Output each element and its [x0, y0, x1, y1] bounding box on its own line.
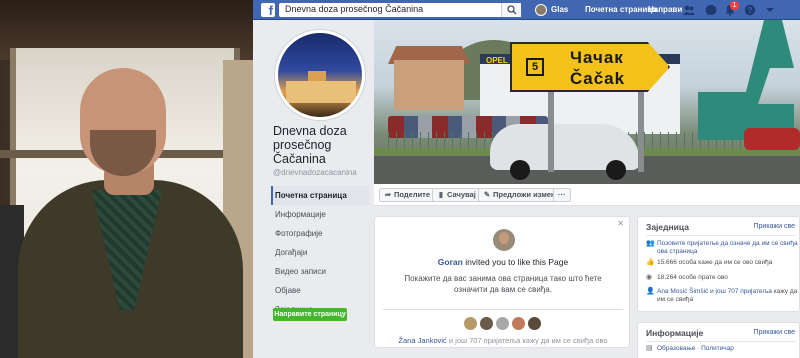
notifications-badge: 1 — [730, 1, 739, 10]
friend-avatar[interactable] — [511, 316, 526, 331]
community-likes-row: 👍 15.666 особа каже да им се ово свиђа — [646, 259, 798, 267]
account-menu-icon[interactable] — [764, 4, 776, 16]
invite-description: Покажите да вас занима ова страница тако… — [404, 274, 602, 294]
information-divider — [646, 341, 796, 342]
share-button[interactable]: ➦ Поделите — [379, 188, 436, 202]
save-button[interactable]: ▮ Сачувај — [432, 188, 481, 202]
thumbs-up-icon: 👍 — [646, 259, 655, 266]
friend-avatar[interactable] — [463, 316, 478, 331]
likes-count: 15.666 особа каже да им се ово свиђа — [657, 259, 773, 266]
friends-like-text: и још 707 пријатеља кажу да им се свиђа … — [448, 336, 608, 345]
community-invite-row: 👥 Позовите пријатеље да означе да им се … — [646, 240, 798, 256]
save-label: Сачувај — [447, 190, 476, 199]
facebook-page: f Dnevna doza prosečnog Čačanina Glas По… — [253, 0, 800, 358]
community-title: Заједница — [646, 222, 689, 232]
invite-friends-link[interactable]: Позовите пријатеље да означе да им се св… — [657, 240, 798, 256]
follows-count: 18.264 особе прате ово — [657, 274, 728, 281]
suggest-edits-label: Предложи измене — [493, 190, 560, 199]
community-follows-row: ◉ 18.264 особе прате ово — [646, 274, 798, 282]
friend-avatar[interactable] — [495, 316, 510, 331]
svg-text:?: ? — [748, 6, 753, 15]
close-icon[interactable]: ✕ — [617, 219, 624, 228]
more-options-button[interactable]: ··· — [553, 188, 571, 202]
create-link[interactable]: Направи — [648, 5, 682, 14]
community-divider — [646, 235, 796, 236]
community-box: Заједница Прикажи све 👥 Позовите пријате… — [637, 216, 800, 312]
cover-car-wheel-rear — [606, 160, 626, 180]
community-friends-row: 👤 Ana Mosić Šimšić и још 707 пријатеља к… — [646, 288, 798, 304]
invite-card: ✕ Goran invited you to like this Page По… — [374, 216, 630, 348]
cover-car-wheel-front — [510, 160, 530, 180]
information-category-row: ▤ Образовање · Политичар — [646, 345, 798, 353]
user-avatar[interactable] — [535, 4, 547, 16]
friends-icon: 👤 — [646, 288, 655, 295]
invite-friends-icon: 👥 — [646, 240, 655, 247]
friend-name-link[interactable]: Žana Janković — [398, 336, 446, 345]
friend-avatars — [463, 316, 543, 332]
create-page-button[interactable]: Направите страницу — [273, 308, 347, 321]
cover-red-car — [744, 128, 800, 150]
information-see-all-link[interactable]: Прикажи све — [753, 329, 795, 336]
search-bar[interactable]: Dnevna doza prosečnog Čačanina — [279, 3, 521, 17]
nav-item-posts[interactable]: Објаве — [271, 281, 369, 300]
profile-link[interactable]: Glas — [551, 5, 568, 14]
cover-photo[interactable]: OPEL 5 Чачак Čačak — [374, 20, 800, 184]
invite-text: invited you to like this Page — [465, 257, 569, 267]
cover-house — [394, 60, 464, 110]
share-icon: ➦ — [384, 190, 392, 199]
cover-dealer-logo: OPEL — [486, 56, 508, 65]
profile-picture-buildings — [286, 81, 356, 103]
cover-road-sign-number: 5 — [526, 58, 544, 76]
page-action-bar: ➦ Поделите ▮ Сачувај ✎ Предложи измене ··· — [374, 184, 800, 206]
page-nav: Почетна страница Информације Фотографије… — [271, 186, 369, 319]
search-input[interactable]: Dnevna doza prosečnog Čačanina — [285, 4, 423, 14]
friend-avatar[interactable] — [479, 316, 494, 331]
help-icon[interactable]: ? — [744, 4, 756, 16]
friends-like-line: Žana Janković и још 707 пријатеља кажу д… — [375, 336, 631, 345]
friend-avatar[interactable] — [527, 316, 542, 331]
messenger-icon[interactable] — [705, 4, 717, 16]
home-link[interactable]: Почетна страница — [585, 5, 657, 14]
follow-icon: ◉ — [646, 274, 653, 281]
search-icon — [507, 5, 517, 15]
category-link[interactable]: Образовање · Политичар — [657, 345, 798, 353]
cover-excavator — [698, 20, 794, 140]
friends-names-link[interactable]: Ana Mosić Šimšić и још 707 пријатеља — [657, 288, 772, 295]
cover-sign-pole-left — [548, 92, 554, 172]
page-username[interactable]: @dnevnadozacacanina — [273, 168, 357, 177]
page-left-column: Dnevna doza prosečnog Čačanina @dnevnado… — [253, 20, 371, 358]
invite-headline: Goran invited you to like this Page — [375, 257, 631, 267]
page-title[interactable]: Dnevna doza prosečnog Čačanina — [273, 124, 371, 166]
person-photo — [0, 0, 253, 358]
friend-requests-icon[interactable] — [683, 4, 695, 16]
inviter-avatar[interactable] — [493, 229, 515, 251]
facebook-logo-icon[interactable]: f — [261, 3, 275, 17]
cover-road-sign-cyrillic: Чачак — [570, 48, 624, 67]
nav-item-photos[interactable]: Фотографије — [271, 224, 369, 243]
cover-road-sign-latin: Čačak — [570, 69, 626, 88]
community-see-all-link[interactable]: Прикажи све — [753, 223, 795, 230]
nav-item-events[interactable]: Догађаји — [271, 243, 369, 262]
page-profile-picture[interactable] — [275, 30, 365, 120]
inviter-name[interactable]: Goran — [438, 257, 463, 267]
nav-item-home[interactable]: Почетна страница — [271, 186, 369, 205]
cover-sign-pole-right — [638, 92, 644, 172]
education-icon: ▤ — [646, 345, 653, 352]
search-button[interactable] — [501, 3, 521, 17]
suggest-edits-button[interactable]: ✎ Предложи измене — [478, 188, 565, 202]
information-title: Информације — [646, 328, 704, 338]
nav-item-videos[interactable]: Видео записи — [271, 262, 369, 281]
top-bar: f Dnevna doza prosečnog Čačanina Glas По… — [253, 0, 800, 20]
nav-item-about[interactable]: Информације — [271, 205, 369, 224]
share-label: Поделите — [394, 190, 431, 199]
invite-divider — [383, 309, 623, 310]
pencil-icon: ✎ — [483, 190, 491, 199]
bookmark-icon: ▮ — [438, 190, 444, 199]
information-box: Информације Прикажи све ▤ Образовање · П… — [637, 322, 800, 358]
